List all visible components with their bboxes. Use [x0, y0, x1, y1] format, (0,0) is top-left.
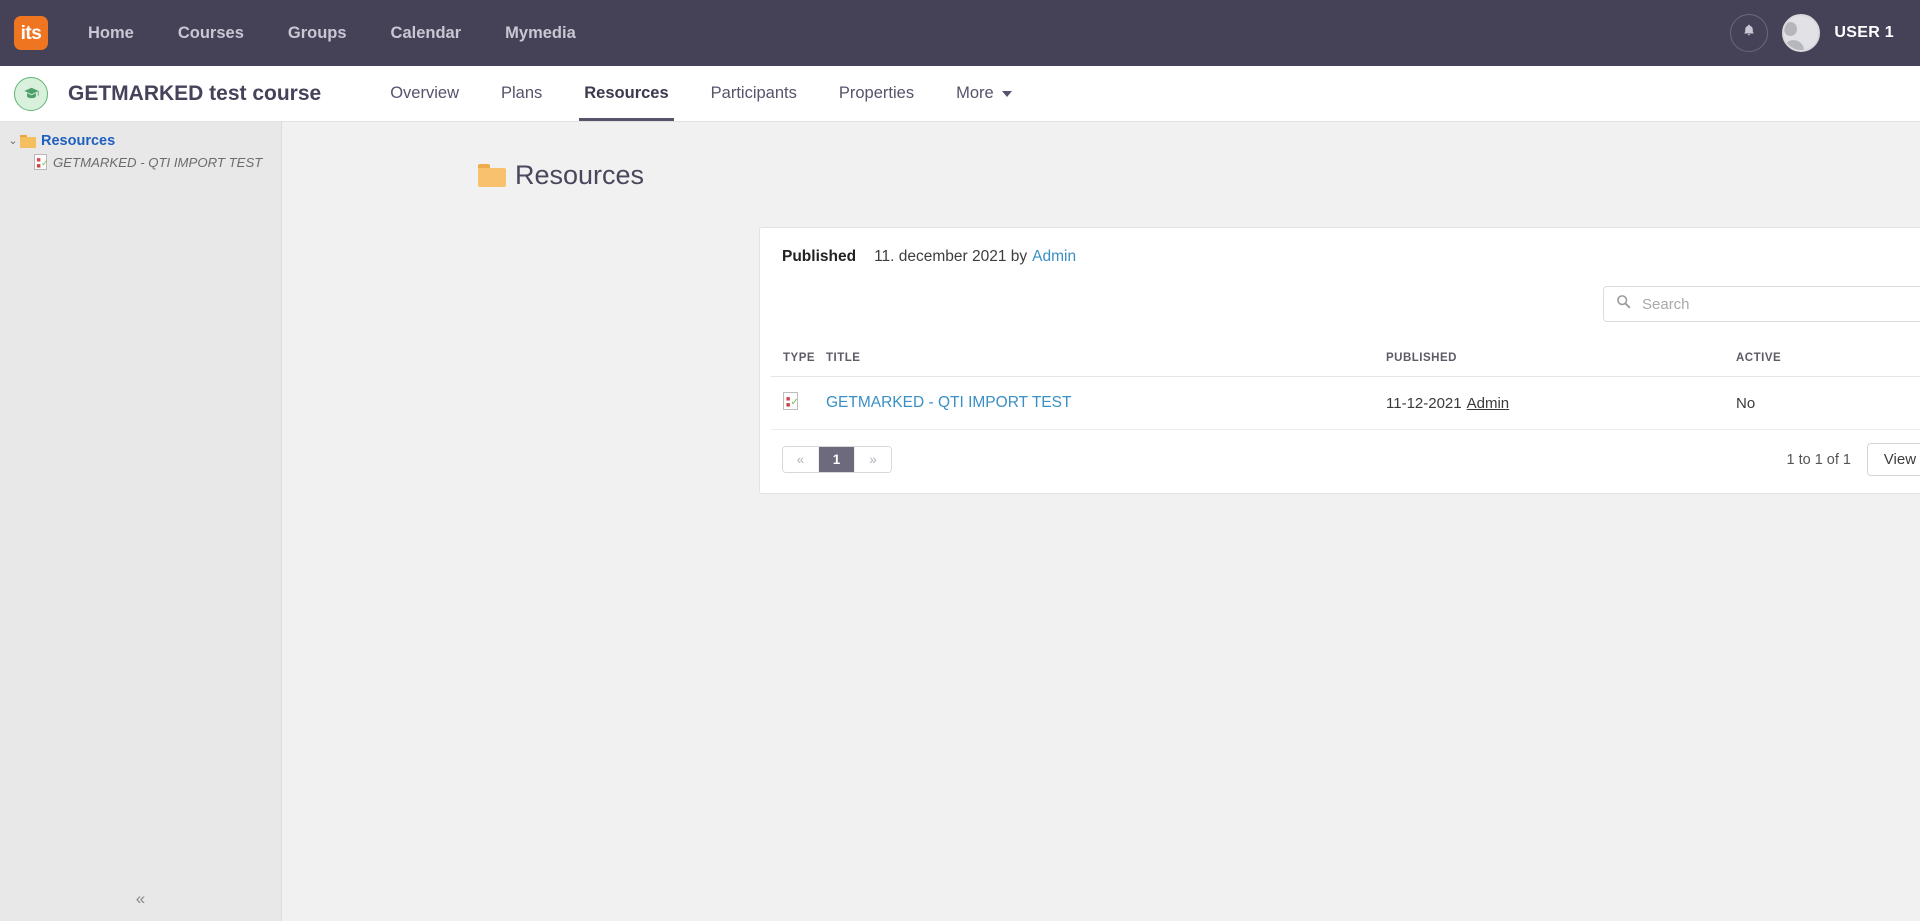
qti-file-icon: ■ ■ ✓ — [783, 392, 799, 411]
nav-item-home[interactable]: Home — [74, 24, 156, 43]
column-header-type[interactable]: TYPE — [771, 352, 826, 378]
column-header-actions — [1866, 352, 1920, 378]
page-title: Resources — [515, 160, 645, 191]
avatar[interactable] — [1782, 14, 1821, 52]
cell-actions: ✎ ✖ — [1866, 376, 1920, 431]
tab-plans[interactable]: Plans — [480, 66, 563, 121]
published-date-value: 11-12-2021 — [1386, 394, 1462, 412]
course-title: GETMARKED test course — [68, 81, 322, 105]
nav-item-calendar[interactable]: Calendar — [369, 24, 484, 43]
published-author-link[interactable]: Admin — [1032, 248, 1076, 266]
resource-title-link[interactable]: GETMARKED - QTI IMPORT TEST — [826, 394, 1071, 411]
folder-icon — [20, 134, 36, 148]
search-box[interactable] — [1603, 286, 1920, 323]
chevron-down-icon[interactable]: ⌄ — [6, 135, 20, 147]
page-size-select[interactable]: View 100 — [1867, 443, 1920, 477]
graduation-cap-icon — [14, 76, 48, 111]
cell-title: GETMARKED - QTI IMPORT TEST — [826, 376, 1386, 431]
header-user-area: USER 1 — [1730, 14, 1894, 52]
username-label[interactable]: USER 1 — [1834, 24, 1894, 42]
published-bar: Published 11. december 2021 by Admin — [760, 228, 1920, 266]
qti-file-icon: ■ ■ ✓ — [34, 154, 49, 170]
resources-table: TYPE TITLE PUBLISHED ACTIVE ■ ■ ✓ GETMARKE… — [771, 352, 1920, 431]
tree-node-resources-label: Resources — [41, 133, 116, 149]
search-area — [760, 266, 1920, 323]
main-content: Resources Published 11. december 2021 by… — [282, 122, 1920, 921]
column-header-published[interactable]: PUBLISHED — [1386, 352, 1736, 378]
nav-item-groups[interactable]: Groups — [266, 24, 369, 43]
table-footer-right: 1 to 1 of 1 View 100 — [1786, 443, 1920, 477]
pagination-next[interactable]: » — [855, 447, 891, 473]
search-icon — [1616, 294, 1631, 314]
cell-published: 11-12-2021 Admin — [1386, 376, 1736, 431]
course-tabs: Overview Plans Resources Participants Pr… — [369, 66, 1032, 121]
tree-node-resources[interactable]: ⌄ Resources — [0, 131, 281, 151]
nav-item-courses[interactable]: Courses — [156, 24, 266, 43]
tree-node-qti-import-test[interactable]: ■ ■ ✓ GETMARKED - QTI IMPORT TEST — [0, 151, 281, 173]
sidebar-collapse-button[interactable]: « — [0, 890, 281, 907]
tab-overview[interactable]: Overview — [369, 66, 480, 121]
global-header: its Home Courses Groups Calendar Mymedia… — [0, 0, 1920, 66]
global-nav: Home Courses Groups Calendar Mymedia — [74, 24, 598, 43]
table-header-row: TYPE TITLE PUBLISHED ACTIVE — [771, 352, 1920, 378]
published-author-link[interactable]: Admin — [1467, 395, 1510, 412]
cell-type: ■ ■ ✓ — [771, 376, 826, 431]
published-label: Published — [782, 248, 857, 266]
table-footer: « 1 » 1 to 1 of 1 View 100 — [760, 430, 1920, 493]
tree-node-qti-import-test-label: GETMARKED - QTI IMPORT TEST — [53, 154, 263, 170]
folder-icon — [478, 164, 506, 188]
pagination: « 1 » — [782, 446, 892, 474]
search-input[interactable] — [1640, 294, 1920, 314]
resources-card: Published 11. december 2021 by Admin Sea… — [759, 227, 1920, 495]
tab-properties[interactable]: Properties — [818, 66, 935, 121]
column-header-title[interactable]: TITLE — [826, 352, 1386, 378]
pagination-page-1[interactable]: 1 — [819, 447, 855, 473]
page-size-label: View 100 — [1883, 451, 1920, 469]
tab-participants[interactable]: Participants — [690, 66, 818, 121]
table-row[interactable]: ■ ■ ✓ GETMARKED - QTI IMPORT TEST 11-12-20… — [771, 376, 1920, 431]
its-logo[interactable]: its — [14, 16, 48, 50]
result-count-label: 1 to 1 of 1 — [1786, 451, 1852, 468]
page-header: Resources — [478, 144, 1920, 207]
resource-tree-sidebar: ⌄ Resources ■ ■ ✓ GETMARKED - QTI IMPORT T… — [0, 122, 281, 921]
published-date: 11. december 2021 by — [874, 248, 1028, 266]
tab-more[interactable]: More — [935, 66, 1033, 121]
table-head: TYPE TITLE PUBLISHED ACTIVE — [771, 352, 1920, 378]
pagination-prev[interactable]: « — [783, 447, 819, 473]
avatar-body — [1784, 40, 1805, 50]
tab-resources[interactable]: Resources — [563, 66, 689, 121]
column-header-active[interactable]: ACTIVE — [1736, 352, 1866, 378]
cell-active: No — [1736, 376, 1866, 431]
nav-item-mymedia[interactable]: Mymedia — [483, 24, 598, 43]
course-header: GETMARKED test course Overview Plans Res… — [0, 66, 1920, 122]
tab-more-label: More — [956, 84, 994, 102]
table-body: ■ ■ ✓ GETMARKED - QTI IMPORT TEST 11-12-20… — [771, 376, 1920, 431]
page-body: ⌄ Resources ■ ■ ✓ GETMARKED - QTI IMPORT T… — [0, 122, 1920, 921]
chevron-down-icon — [1001, 90, 1012, 97]
avatar-head — [1784, 22, 1797, 36]
bell-icon — [1741, 23, 1757, 44]
notifications-button[interactable] — [1730, 14, 1769, 52]
